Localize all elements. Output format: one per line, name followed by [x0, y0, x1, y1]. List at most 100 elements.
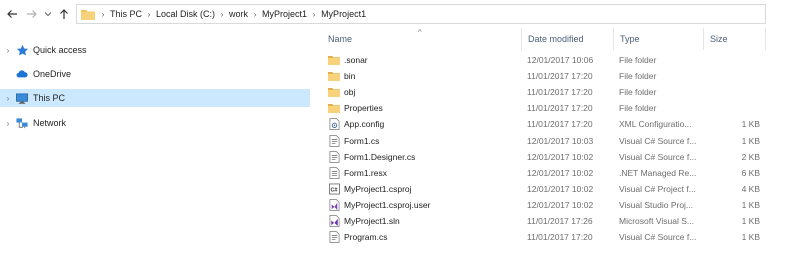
file-name-cell: MyProject1.csproj.user	[328, 197, 518, 213]
file-date-modified: 12/01/2017 10:02	[527, 199, 594, 210]
vs-user-file-icon	[328, 198, 340, 211]
folder-icon	[81, 9, 95, 20]
file-name: obj	[344, 87, 356, 98]
file-name: Program.cs	[344, 232, 388, 243]
forward-button[interactable]	[22, 4, 42, 24]
file-type: Microsoft Visual S...	[619, 216, 694, 226]
file-date-modified: 11/01/2017 17:26	[527, 216, 593, 226]
file-row[interactable]: bin 11/01/2017 17:20 File folder	[322, 68, 770, 84]
file-name-cell: MyProject1.sln	[328, 213, 518, 229]
file-row[interactable]: MyProject1.sln 11/01/2017 17:26 Microsoft …	[322, 213, 770, 229]
file-date-modified: 11/01/2017 17:20	[527, 119, 593, 130]
file-date-modified: 12/01/2017 10:02	[527, 183, 594, 194]
breadcrumb-separator[interactable]: ›	[309, 10, 319, 19]
file-size: 6 KB	[741, 167, 760, 178]
navigation-pane: › Quick access OneDrive › This PC › Netw…	[0, 28, 320, 274]
file-name-cell: Properties	[328, 100, 518, 116]
file-row[interactable]: C# MyProject1.csproj 12/01/2017 10:02 Visua…	[322, 181, 770, 197]
column-header-label: Date modified	[528, 34, 584, 44]
file-row[interactable]: obj 11/01/2017 17:20 File folder	[322, 84, 770, 100]
file-row[interactable]: Program.cs 11/01/2017 17:20 Visual C# Sour…	[322, 229, 770, 245]
config-file-icon	[328, 118, 340, 131]
column-headers: ^ Name Date modified Type Size	[322, 28, 770, 50]
column-header-name[interactable]: Name	[322, 28, 522, 50]
file-row[interactable]: .sonar 12/01/2017 10:06 File folder	[322, 52, 770, 68]
file-name-cell: Form1.Designer.cs	[328, 149, 518, 165]
file-name: .sonar	[344, 55, 368, 65]
file-row[interactable]: Form1.Designer.cs 12/01/2017 10:02 Visual …	[322, 149, 770, 165]
file-size: 1 KB	[741, 216, 760, 226]
file-size	[712, 68, 760, 84]
file-name-cell: .sonar	[328, 52, 518, 68]
file-date-modified: 12/01/2017 10:02	[527, 167, 594, 178]
breadcrumb-separator[interactable]: ›	[250, 10, 260, 19]
breadcrumb-separator[interactable]: ›	[98, 10, 108, 19]
file-name: Form1.resx	[344, 167, 387, 178]
file-name-cell: App.config	[328, 116, 518, 132]
file-type: .NET Managed Re...	[619, 167, 697, 178]
file-size	[712, 52, 760, 68]
file-name-cell: bin	[328, 68, 518, 84]
file-size: 1 KB	[741, 199, 760, 210]
breadcrumb-separator[interactable]: ›	[217, 10, 227, 19]
file-row[interactable]: Form1.resx 12/01/2017 10:02 .NET Managed R…	[322, 165, 770, 181]
folder-icon	[328, 54, 340, 67]
breadcrumb-myproject1-current[interactable]: MyProject1	[319, 9, 368, 19]
column-header-date-modified[interactable]: Date modified	[522, 28, 614, 50]
arrow-left-icon	[7, 10, 17, 18]
file-date-modified: 11/01/2017 17:20	[527, 103, 593, 114]
file-type: File folder	[619, 103, 657, 114]
file-name: Properties	[344, 103, 383, 114]
file-name-cell: C# MyProject1.csproj	[328, 181, 518, 197]
file-name: MyProject1.csproj	[344, 183, 412, 194]
file-name-cell: Form1.resx	[328, 165, 518, 181]
expand-chevron-icon[interactable]: ›	[3, 46, 13, 55]
expand-chevron-icon[interactable]: ›	[3, 94, 13, 103]
csproj-file-icon: C#	[328, 182, 340, 195]
sidebar-item-this-pc[interactable]: › This PC	[0, 89, 310, 107]
file-size: 2 KB	[741, 151, 760, 162]
star-icon	[15, 43, 29, 57]
file-type: File folder	[619, 71, 657, 82]
file-date-modified: 12/01/2017 10:03	[527, 135, 594, 146]
up-button[interactable]	[54, 4, 74, 24]
cs-file-icon	[328, 134, 340, 147]
file-name: bin	[344, 71, 356, 82]
file-type: Visual C# Source f...	[619, 232, 697, 243]
file-name: App.config	[344, 119, 385, 130]
breadcrumb-separator[interactable]: ›	[144, 10, 154, 19]
file-size: 1 KB	[741, 119, 760, 130]
sidebar-item-onedrive[interactable]: OneDrive	[0, 65, 310, 83]
file-date-modified: 12/01/2017 10:02	[527, 151, 594, 162]
file-name: Form1.Designer.cs	[344, 151, 416, 162]
file-row[interactable]: MyProject1.csproj.user 12/01/2017 10:02 Vi…	[322, 197, 770, 213]
file-date-modified: 11/01/2017 17:20	[527, 71, 593, 82]
file-row[interactable]: Properties 11/01/2017 17:20 File folder	[322, 100, 770, 116]
breadcrumb-myproject1[interactable]: MyProject1	[260, 9, 309, 19]
file-type: File folder	[619, 87, 657, 98]
file-size: 4 KB	[741, 183, 760, 194]
file-size: 1 KB	[741, 232, 760, 243]
breadcrumb-this-pc[interactable]: This PC	[108, 9, 144, 19]
back-button[interactable]	[2, 4, 22, 24]
sidebar-item-network[interactable]: › Network	[0, 114, 310, 132]
sidebar-item-label: This PC	[33, 93, 66, 103]
resx-file-icon	[328, 166, 340, 179]
column-header-size[interactable]: Size	[704, 28, 766, 50]
svg-text:C#: C#	[330, 187, 337, 193]
breadcrumb-work[interactable]: work	[227, 9, 250, 19]
column-header-type[interactable]: Type	[614, 28, 704, 50]
file-name-cell: Form1.cs	[328, 133, 518, 149]
file-row[interactable]: App.config 11/01/2017 17:20 XML Configurat…	[322, 116, 770, 132]
expand-chevron-icon[interactable]: ›	[3, 119, 13, 128]
breadcrumb-local-disk[interactable]: Local Disk (C:)	[154, 9, 217, 19]
file-row[interactable]: Form1.cs 12/01/2017 10:03 Visual C# Source…	[322, 133, 770, 149]
folder-icon	[328, 86, 340, 99]
sidebar-item-label: Network	[33, 118, 67, 128]
folder-icon	[328, 102, 340, 115]
vertical-scrollbar[interactable]	[783, 28, 800, 274]
recent-locations-button[interactable]	[42, 4, 54, 24]
column-header-label: Name	[328, 34, 353, 44]
address-bar[interactable]: › This PC › Local Disk (C:) › work › MyP…	[76, 4, 766, 24]
sidebar-item-quick-access[interactable]: › Quick access	[0, 41, 310, 59]
